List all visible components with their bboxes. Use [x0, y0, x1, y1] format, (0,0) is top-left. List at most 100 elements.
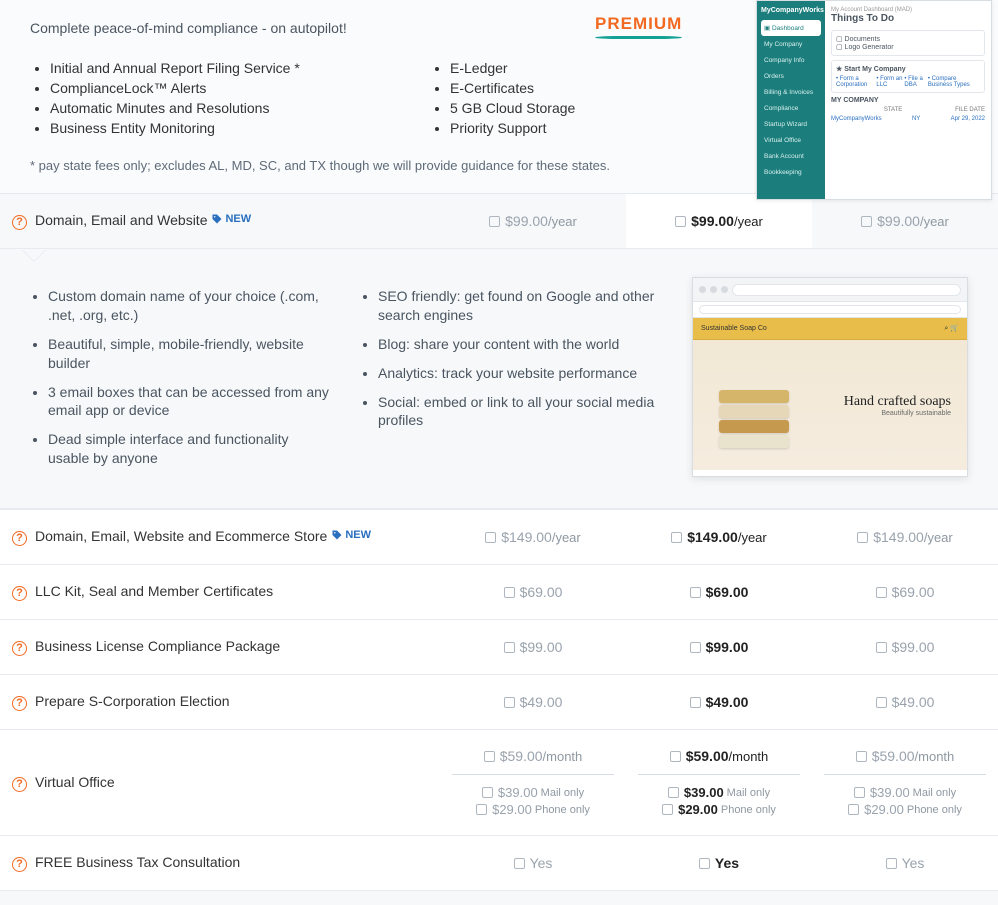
feature-item: SEO friendly: get found on Google and ot…: [378, 287, 660, 325]
checkbox-icon[interactable]: [662, 804, 673, 815]
price-sub-option[interactable]: $29.00 Phone only: [452, 802, 614, 817]
feature-item: Initial and Annual Report Filing Service…: [50, 60, 390, 76]
dashboard-preview-image: MyCompanyWorks ▣ DashboardMy CompanyComp…: [756, 0, 992, 200]
price-option[interactable]: $59.00/month $39.00 Mail only $29.00 Phone…: [440, 730, 626, 836]
checkbox-icon[interactable]: [699, 858, 710, 869]
checkbox-icon[interactable]: [690, 642, 701, 653]
addon-row: ? Domain, Email, Website and Ecommerce St…: [0, 510, 998, 565]
checkbox-icon[interactable]: [675, 216, 686, 227]
price-unit: /year: [548, 214, 577, 229]
price-unit: /month: [543, 749, 583, 764]
addon-name: Domain, Email, Website and Ecommerce Sto…: [35, 528, 327, 544]
price-value: $69.00: [520, 584, 563, 600]
price-value: $49.00: [892, 694, 935, 710]
price-option[interactable]: $99.00/year: [440, 194, 626, 249]
checkbox-icon[interactable]: [668, 787, 679, 798]
checkbox-icon[interactable]: [489, 216, 500, 227]
new-badge: NEW: [211, 213, 251, 225]
help-icon[interactable]: ?: [12, 696, 27, 711]
checkbox-icon[interactable]: [690, 587, 701, 598]
checkbox-icon[interactable]: [861, 216, 872, 227]
price-value: $49.00: [706, 694, 749, 710]
checkbox-icon[interactable]: [876, 642, 887, 653]
checkbox-icon[interactable]: [886, 858, 897, 869]
price-option[interactable]: $59.00/month$39.00 Mail only$29.00 Phone…: [812, 730, 998, 836]
checkbox-icon[interactable]: [848, 804, 859, 815]
price-sub-option[interactable]: $39.00 Mail only: [638, 785, 800, 800]
help-icon[interactable]: ?: [12, 586, 27, 601]
price-value: $149.00: [501, 529, 552, 545]
price-option[interactable]: $99.00/year: [626, 194, 812, 249]
help-icon[interactable]: ?: [12, 777, 27, 792]
checkbox-icon[interactable]: [476, 804, 487, 815]
price-option[interactable]: $149.00/year: [626, 510, 812, 565]
addon-detail-panel: Custom domain name of your choice (.com,…: [0, 249, 998, 509]
price-option[interactable]: $49.00: [812, 675, 998, 730]
price-option[interactable]: $69.00: [812, 565, 998, 620]
compliance-features-right: E-LedgerE-Certificates5 GB Cloud Storage…: [430, 56, 790, 140]
price-value: $149.00: [687, 529, 738, 545]
help-icon[interactable]: ?: [12, 641, 27, 656]
price-value: $59.00: [500, 748, 543, 764]
compliance-features-left: Initial and Annual Report Filing Service…: [30, 56, 390, 140]
price-value: $69.00: [706, 584, 749, 600]
price-option[interactable]: $59.00/month$39.00 Mail only$29.00 Phone…: [626, 730, 812, 836]
feature-item: 5 GB Cloud Storage: [450, 100, 790, 116]
price-option[interactable]: $69.00: [440, 565, 626, 620]
checkbox-icon[interactable]: [876, 587, 887, 598]
price-option[interactable]: $49.00: [440, 675, 626, 730]
checkbox-icon[interactable]: [856, 751, 867, 762]
feature-item: Automatic Minutes and Resolutions: [50, 100, 390, 116]
price-value: $49.00: [520, 694, 563, 710]
price-value: $99.00: [520, 639, 563, 655]
feature-item: Social: embed or link to all your social…: [378, 393, 660, 431]
addon-name: Prepare S-Corporation Election: [35, 693, 230, 709]
price-option[interactable]: $99.00: [812, 620, 998, 675]
help-icon[interactable]: ?: [12, 215, 27, 230]
addon-name: FREE Business Tax Consultation: [35, 854, 240, 870]
checkbox-icon[interactable]: [485, 532, 496, 543]
price-option[interactable]: $49.00: [626, 675, 812, 730]
checkbox-icon[interactable]: [514, 858, 525, 869]
checkbox-icon[interactable]: [671, 532, 682, 543]
price-option[interactable]: $99.00/year: [812, 194, 998, 249]
feature-item: 3 email boxes that can be accessed from …: [48, 383, 330, 421]
checkbox-icon[interactable]: [854, 787, 865, 798]
checkbox-icon[interactable]: [484, 751, 495, 762]
checkbox-icon[interactable]: [857, 532, 868, 543]
checkbox-icon[interactable]: [504, 642, 515, 653]
price-option[interactable]: $149.00/year: [812, 510, 998, 565]
price-option[interactable]: $69.00: [626, 565, 812, 620]
price-option[interactable]: $99.00: [440, 620, 626, 675]
price-value: $99.00: [877, 213, 920, 229]
price-sub-option[interactable]: $39.00 Mail only: [452, 785, 614, 800]
help-icon[interactable]: ?: [12, 857, 27, 872]
addon-row: ?LLC Kit, Seal and Member Certificates$6…: [0, 565, 998, 620]
checkbox-icon[interactable]: [670, 751, 681, 762]
checkbox-icon[interactable]: [504, 697, 515, 708]
price-unit: /year: [738, 530, 767, 545]
checkbox-icon[interactable]: [690, 697, 701, 708]
price-value: $69.00: [892, 584, 935, 600]
checkbox-icon[interactable]: [504, 587, 515, 598]
price-sub-option[interactable]: $29.00 Phone only: [638, 802, 800, 817]
addon-row: ?Business License Compliance Package$99.…: [0, 620, 998, 675]
price-unit: /month: [729, 749, 769, 764]
price-sub-option[interactable]: $39.00 Mail only: [824, 785, 986, 800]
price-option[interactable]: Yes: [812, 836, 998, 891]
price-option[interactable]: $99.00: [626, 620, 812, 675]
price-unit: /month: [915, 749, 955, 764]
help-icon[interactable]: ?: [12, 531, 27, 546]
price-sub-option[interactable]: $29.00 Phone only: [824, 802, 986, 817]
premium-badge: PREMIUM: [595, 14, 682, 39]
price-option[interactable]: $149.00/year: [440, 510, 626, 565]
price-unit: /year: [924, 530, 953, 545]
price-unit: /year: [920, 214, 949, 229]
checkbox-icon[interactable]: [482, 787, 493, 798]
price-value: Yes: [530, 855, 553, 871]
addons-table: ?Domain, Email and WebsiteNEW$99.00/year…: [0, 194, 998, 891]
price-option[interactable]: Yes: [440, 836, 626, 891]
checkbox-icon[interactable]: [876, 697, 887, 708]
price-option[interactable]: Yes: [626, 836, 812, 891]
addon-name: Virtual Office: [35, 774, 115, 790]
